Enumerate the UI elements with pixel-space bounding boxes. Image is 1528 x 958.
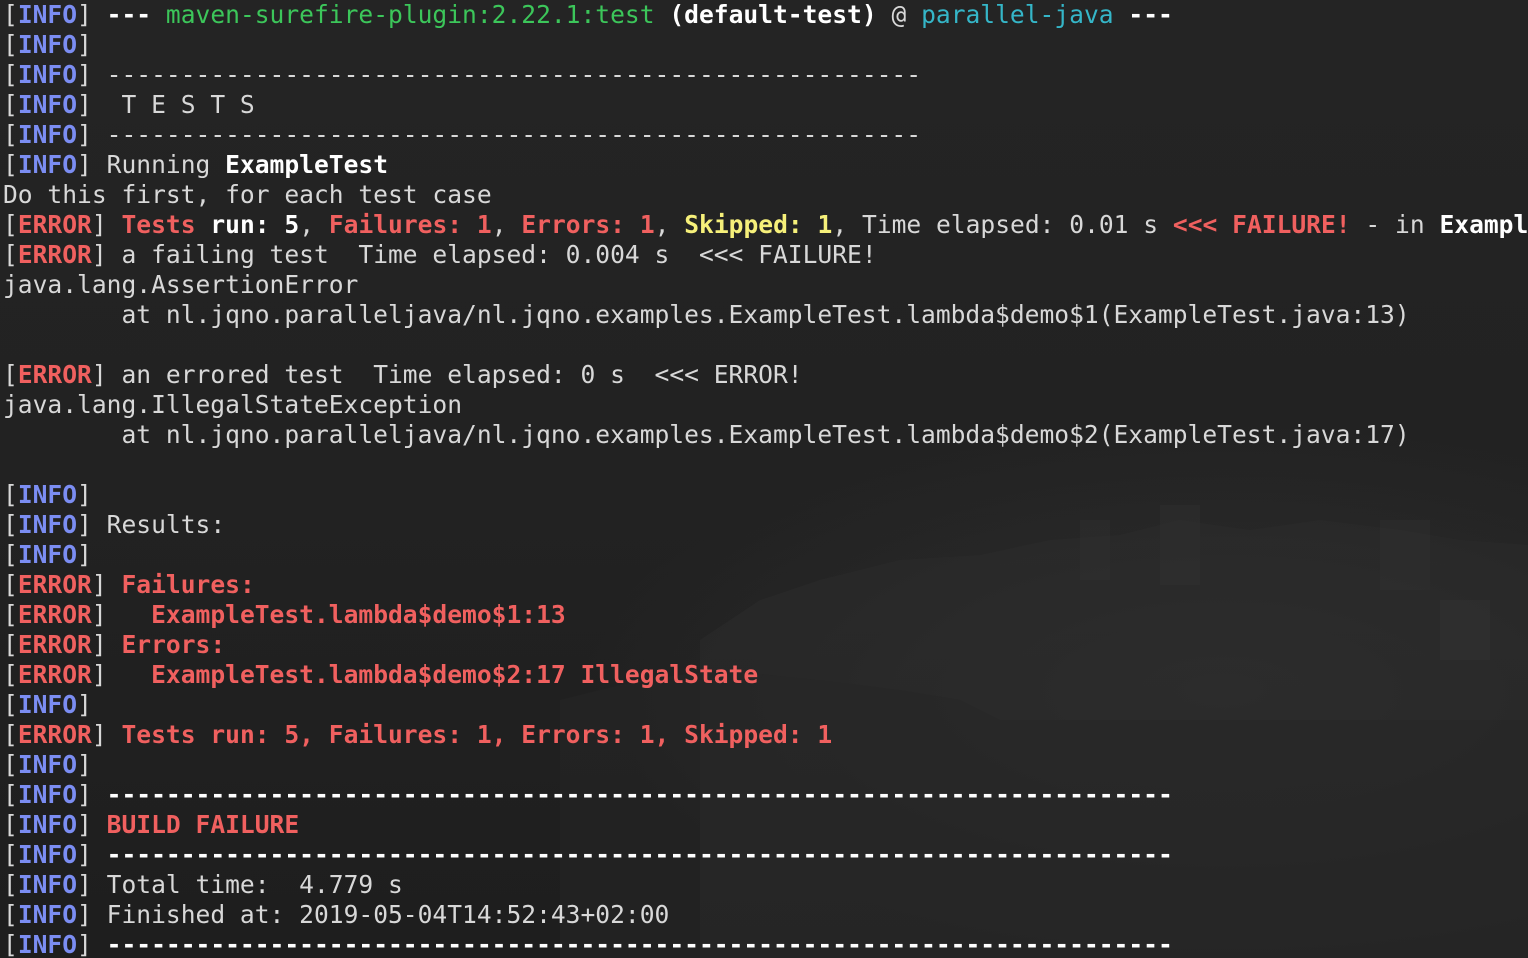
log-line: [INFO] bbox=[3, 750, 92, 779]
log-line: [INFO] T E S T S bbox=[3, 90, 255, 119]
errors-count: 1 bbox=[639, 210, 655, 239]
project-name: parallel-java bbox=[921, 0, 1114, 29]
exception-name: java.lang.IllegalStateException bbox=[3, 390, 463, 419]
info-label: INFO bbox=[17, 810, 78, 839]
log-line: [ERROR] Tests run: 5, Failures: 1, Error… bbox=[3, 720, 833, 749]
terminal-window[interactable]: [INFO] --- maven-surefire-plugin:2.22.1:… bbox=[0, 0, 1528, 958]
error-entry: ExampleTest.lambda$demo$2:17 IllegalStat… bbox=[121, 660, 759, 689]
time-elapsed: Time elapsed: 0.01 s bbox=[861, 210, 1159, 239]
log-line: [INFO] Running ExampleTest bbox=[3, 150, 389, 179]
info-label: INFO bbox=[17, 510, 78, 539]
error-label: ERROR bbox=[17, 570, 92, 599]
failure-entry: ExampleTest.lambda$demo$1:13 bbox=[121, 600, 566, 629]
error-label: ERROR bbox=[17, 360, 92, 389]
info-label: INFO bbox=[17, 90, 78, 119]
info-label: INFO bbox=[17, 0, 78, 29]
results-heading: Results: bbox=[106, 510, 226, 539]
log-line: [INFO] ---------------------------------… bbox=[3, 840, 1173, 869]
info-label: INFO bbox=[17, 30, 78, 59]
error-label: ERROR bbox=[17, 720, 92, 749]
info-label: INFO bbox=[17, 840, 78, 869]
log-line: [INFO] bbox=[3, 480, 92, 509]
plugin-name: maven-surefire-plugin:2.22.1:test bbox=[165, 0, 655, 29]
log-line: [INFO] Finished at: 2019-05-04T14:52:43+… bbox=[3, 900, 670, 929]
failure-marker: <<< FAILURE! bbox=[1172, 210, 1351, 239]
info-label: INFO bbox=[17, 120, 78, 149]
skipped-count: 1 bbox=[817, 210, 833, 239]
stack-trace-line: at nl.jqno.paralleljava/nl.jqno.examples… bbox=[3, 420, 1410, 449]
log-line: [ERROR] an errored test Time elapsed: 0 … bbox=[3, 360, 803, 389]
log-line: [INFO] --- maven-surefire-plugin:2.22.1:… bbox=[3, 0, 1173, 29]
tests-run-count: 5 bbox=[284, 210, 300, 239]
info-label: INFO bbox=[17, 540, 78, 569]
separator: ----------------------------------------… bbox=[106, 60, 922, 89]
info-label: INFO bbox=[17, 60, 78, 89]
tests-header: T E S T S bbox=[106, 90, 255, 119]
log-output[interactable]: [INFO] --- maven-surefire-plugin:2.22.1:… bbox=[3, 0, 1528, 958]
log-line: [INFO] ---------------------------------… bbox=[3, 930, 1173, 958]
log-line: [ERROR] ExampleTest.lambda$demo$1:13 bbox=[3, 600, 566, 629]
separator: ----------------------------------------… bbox=[106, 120, 922, 149]
log-line: [ERROR] Tests run: 5, Failures: 1, Error… bbox=[3, 210, 1528, 240]
info-label: INFO bbox=[17, 480, 78, 509]
error-label: ERROR bbox=[17, 630, 92, 659]
error-label: ERROR bbox=[17, 240, 92, 269]
log-line: [INFO] Results: bbox=[3, 510, 226, 539]
log-line: [INFO] ---------------------------------… bbox=[3, 780, 1173, 809]
info-label: INFO bbox=[17, 780, 78, 809]
exception-name: java.lang.AssertionError bbox=[3, 270, 359, 299]
test-class-name: ExampleTest bbox=[225, 150, 389, 179]
log-line: [INFO] ---------------------------------… bbox=[3, 60, 922, 89]
failures-heading: Failures: bbox=[121, 570, 255, 599]
info-label: INFO bbox=[17, 900, 78, 929]
log-line: [INFO] bbox=[3, 540, 92, 569]
info-label: INFO bbox=[17, 690, 78, 719]
separator: ----------------------------------------… bbox=[106, 840, 1173, 869]
errors-heading: Errors: bbox=[121, 630, 226, 659]
error-label: ERROR bbox=[17, 210, 92, 239]
build-status: BUILD FAILURE bbox=[106, 810, 300, 839]
error-label: ERROR bbox=[17, 660, 92, 689]
log-line: [INFO] BUILD FAILURE bbox=[3, 810, 300, 839]
tests-summary: Tests run: 5, Failures: 1, Errors: 1, Sk… bbox=[121, 720, 833, 749]
error-label: ERROR bbox=[17, 600, 92, 629]
execution-id: (default-test) bbox=[669, 0, 877, 29]
info-label: INFO bbox=[17, 750, 78, 779]
info-label: INFO bbox=[17, 150, 78, 179]
test-result: an errored test Time elapsed: 0 s <<< ER… bbox=[121, 360, 803, 389]
test-result: a failing test Time elapsed: 0.004 s <<<… bbox=[121, 240, 877, 269]
log-line: [INFO] ---------------------------------… bbox=[3, 120, 922, 149]
test-class-name: ExampleTest bbox=[1439, 210, 1528, 239]
log-line: [ERROR] ExampleTest.lambda$demo$2:17 Ill… bbox=[3, 660, 759, 689]
separator: ----------------------------------------… bbox=[106, 780, 1173, 809]
separator: ----------------------------------------… bbox=[106, 930, 1173, 958]
log-line: [INFO] bbox=[3, 30, 92, 59]
info-label: INFO bbox=[17, 870, 78, 899]
log-line: Do this first, for each test case bbox=[3, 180, 492, 209]
finished-at: Finished at: 2019-05-04T14:52:43+02:00 bbox=[106, 900, 670, 929]
log-line: [ERROR] Errors: bbox=[3, 630, 226, 659]
log-line: [ERROR] a failing test Time elapsed: 0.0… bbox=[3, 240, 877, 269]
log-line: [ERROR] Failures: bbox=[3, 570, 255, 599]
log-line: [INFO] Total time: 4.779 s bbox=[3, 870, 403, 899]
failures-count: 1 bbox=[476, 210, 492, 239]
total-time: Total time: 4.779 s bbox=[106, 870, 403, 899]
stack-trace-line: at nl.jqno.paralleljava/nl.jqno.examples… bbox=[3, 300, 1410, 329]
log-line: [INFO] bbox=[3, 690, 92, 719]
info-label: INFO bbox=[17, 930, 78, 958]
